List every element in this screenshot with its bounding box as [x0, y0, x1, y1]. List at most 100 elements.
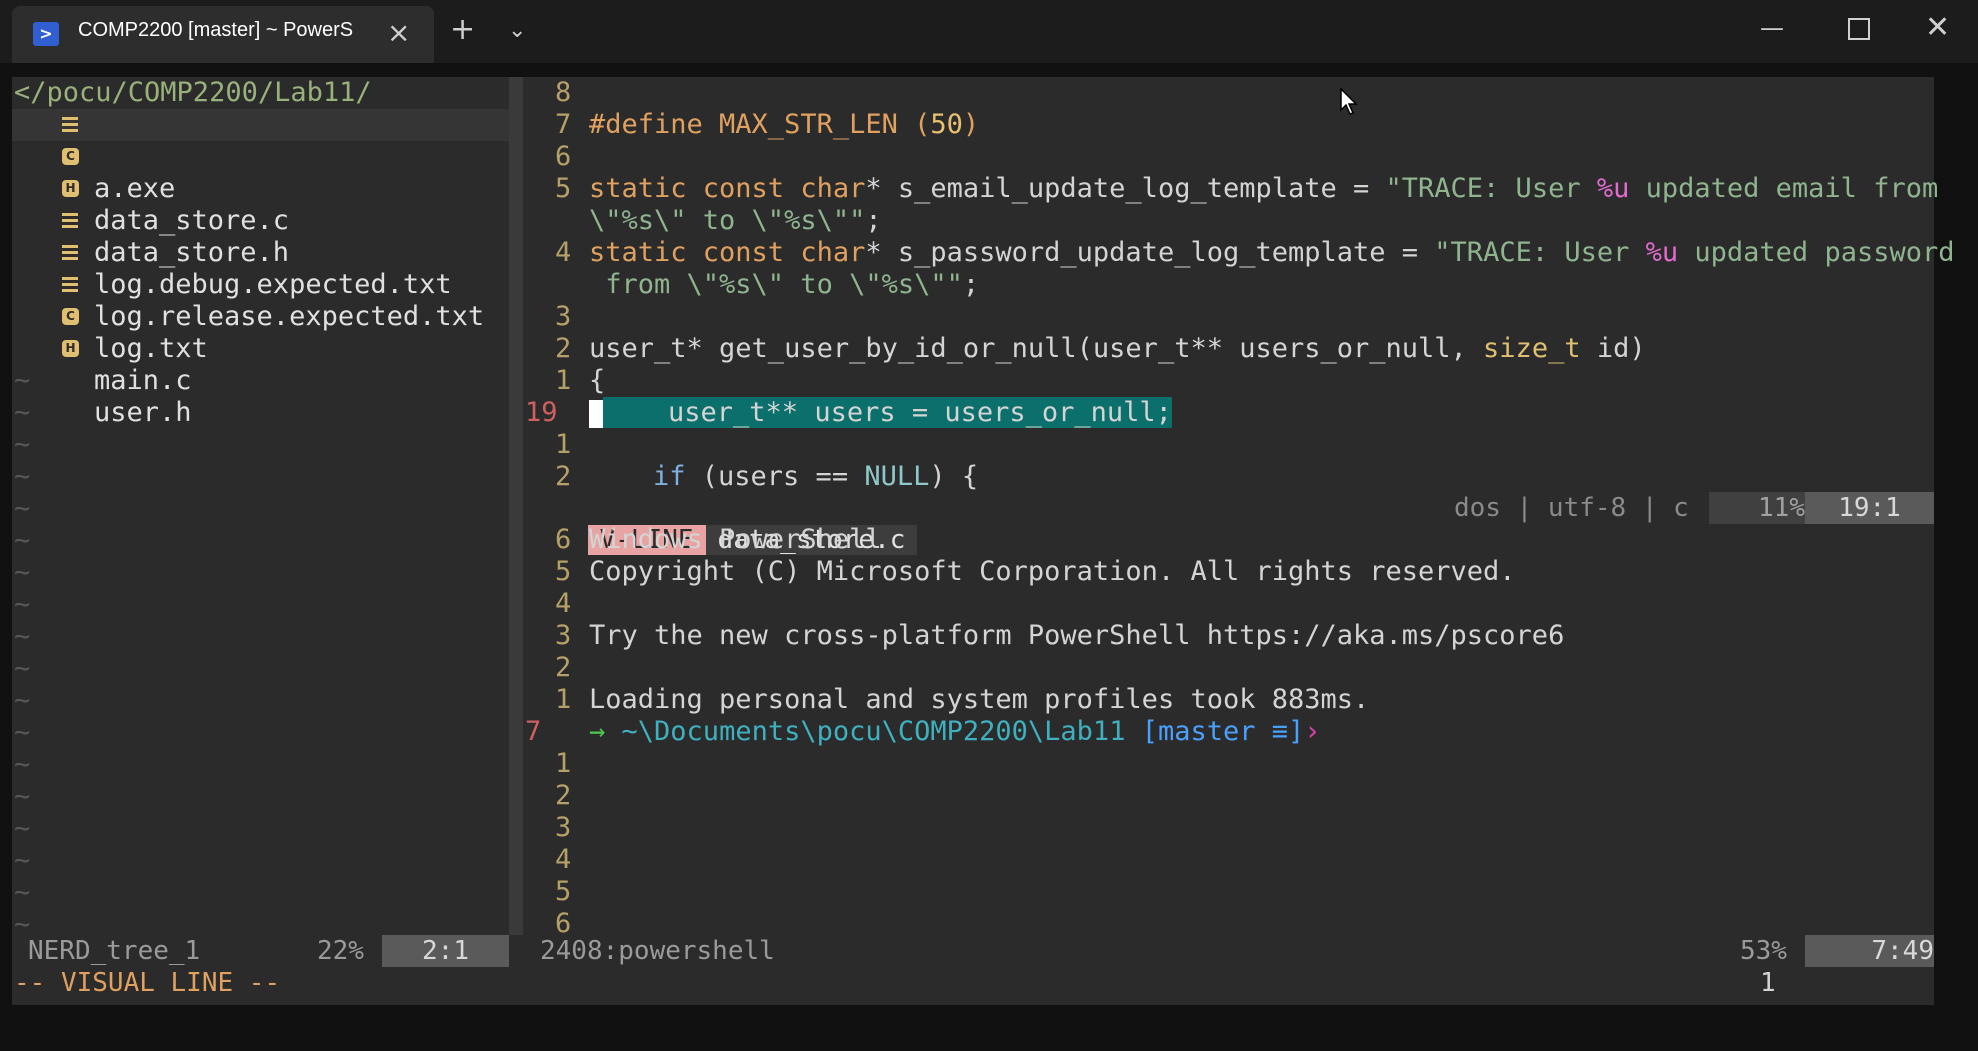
tilde-filler: ~	[14, 397, 31, 428]
terminal-tab[interactable]: > COMP2200 [master] ~ PowerS ×	[12, 6, 434, 63]
tree-root[interactable]: </pocu/COMP2200/Lab11/	[14, 77, 372, 109]
command-line-count: 1	[1760, 968, 1776, 998]
code-string: \"%s\" to \"%s\""	[589, 205, 866, 236]
line-number: 7	[555, 109, 572, 140]
status-file-info: dos | utf-8 | c	[1454, 493, 1705, 523]
line-number: 2	[555, 780, 572, 811]
tilde-filler: ~	[14, 813, 31, 844]
code-line[interactable]: {	[589, 365, 605, 397]
text-file-icon	[62, 117, 78, 133]
tree-file-row[interactable]: H data_store.h	[12, 173, 509, 268]
selected-code-line[interactable]: user_t** users = users_or_null;	[589, 397, 1172, 429]
code-text: ;	[865, 205, 882, 236]
code-line[interactable]: if (users == NULL) {	[653, 461, 978, 493]
tilde-filler: ~	[14, 653, 31, 684]
tilde-filler: ~	[14, 461, 31, 492]
tilde-filler: ~	[14, 493, 31, 524]
prompt-chevron-icon: ›	[1304, 716, 1321, 747]
line-number: 4	[555, 844, 572, 875]
code-paren: )	[962, 109, 980, 140]
tilde-filler: ~	[14, 429, 31, 460]
line-number: 6	[555, 141, 572, 172]
tilde-filler: ~	[14, 365, 31, 396]
status-position: 19:1	[1805, 492, 1934, 524]
code-keyword: static const char	[589, 173, 866, 204]
minimize-icon[interactable]: —	[1760, 14, 1784, 42]
code-line[interactable]: static const char* s_password_update_log…	[589, 237, 1954, 269]
tree-file-row[interactable]: C data_store.c	[12, 141, 509, 236]
shell-output: Windows PowerShell	[589, 524, 882, 555]
current-line-number: 7	[525, 716, 542, 747]
tilde-filler: ~	[14, 685, 31, 716]
shell-prompt[interactable]: → ~\Documents\pocu\COMP2200\Lab11 [maste…	[589, 716, 1321, 748]
code-text: ;	[962, 269, 980, 300]
shell-output: Try the new cross-platform PowerShell ht…	[589, 620, 1565, 651]
shell-output: Copyright (C) Microsoft Corporation. All…	[589, 556, 1516, 587]
tilde-filler: ~	[14, 621, 31, 652]
code-line-wrap[interactable]: \"%s\" to \"%s\"";	[589, 205, 882, 237]
tree-file-row[interactable]: C main.c	[12, 301, 509, 396]
code-constant: NULL	[864, 461, 930, 492]
tree-status-position: 2:1	[382, 935, 509, 967]
tab-close-icon[interactable]: ×	[387, 16, 410, 49]
code-keyword: static const char	[589, 237, 866, 268]
code-line-wrap[interactable]: from \"%s\" to \"%s\"";	[589, 269, 979, 301]
tilde-filler: ~	[14, 525, 31, 556]
line-number: 3	[555, 301, 572, 332]
command-line-mode: -- VISUAL LINE --	[14, 968, 281, 998]
line-number: 4	[555, 237, 572, 268]
tree-file-row[interactable]: log.txt	[12, 269, 509, 364]
tree-file-name: user.h	[94, 397, 192, 428]
code-text: (users ==	[685, 461, 865, 492]
code-string: updated password	[1678, 237, 1955, 268]
code-keyword: if	[653, 461, 686, 492]
tree-file-row[interactable]: log.release.expected.txt	[12, 237, 509, 332]
tree-file-row[interactable]: log.debug.expected.txt	[12, 205, 509, 300]
text-file-icon	[62, 277, 78, 293]
line-number: 1	[555, 748, 572, 779]
shell-status-percent: 53%	[1740, 936, 1787, 966]
line-number: 4	[555, 588, 572, 619]
tree-status-percent: 22%	[317, 936, 364, 966]
c-file-icon: C	[62, 148, 79, 165]
code-text: id)	[1580, 333, 1646, 364]
code-number: 50	[930, 109, 963, 140]
split-separator[interactable]	[509, 77, 523, 935]
tree-file-row[interactable]: H user.h	[12, 333, 509, 428]
tree-file-row[interactable]: a.exe	[12, 109, 509, 204]
line-number: 3	[555, 620, 572, 651]
tilde-filler: ~	[14, 557, 31, 588]
line-number: 2	[555, 652, 572, 683]
tilde-filler: ~	[14, 749, 31, 780]
status-percent: 11%	[1709, 492, 1805, 524]
close-icon[interactable]: ✕	[1925, 10, 1950, 45]
title-bar: > COMP2200 [master] ~ PowerS × + ⌄ — ✕	[0, 0, 1978, 63]
code-format: %u	[1596, 173, 1630, 204]
line-number: 3	[555, 812, 572, 843]
text-file-icon	[62, 213, 78, 229]
code-format: %u	[1645, 237, 1679, 268]
code-define: #define MAX_STR_LEN (	[589, 109, 931, 140]
h-file-icon: H	[62, 340, 79, 357]
tilde-filler: ~	[14, 845, 31, 876]
code-highlight: user_t** users = users_or_null;	[603, 397, 1172, 428]
code-text: ) {	[929, 461, 979, 492]
code-line[interactable]: static const char* s_email_update_log_te…	[589, 173, 1938, 205]
code-line[interactable]: user_t* get_user_by_id_or_null(user_t** …	[589, 333, 1646, 365]
shell-status-name: 2408:powershell	[540, 936, 775, 966]
shell-output: Loading personal and system profiles too…	[589, 684, 1370, 715]
code-text: * s_password_update_log_template =	[865, 237, 1435, 268]
prompt-branch: [master ≡]	[1141, 716, 1305, 747]
code-type: size_t	[1483, 333, 1581, 364]
chevron-down-icon[interactable]: ⌄	[508, 18, 526, 43]
text-cursor	[589, 399, 603, 428]
plus-icon[interactable]: +	[450, 12, 475, 47]
line-number: 5	[555, 556, 572, 587]
terminal-area[interactable]: </pocu/COMP2200/Lab11/ a.exe C data_stor…	[12, 77, 1954, 1005]
tree-file-name: main.c	[94, 365, 192, 396]
tab-title: COMP2200 [master] ~ PowerS	[78, 19, 354, 41]
tilde-filler: ~	[14, 717, 31, 748]
line-number: 5	[555, 173, 572, 204]
maximize-icon[interactable]	[1848, 18, 1870, 40]
code-line[interactable]: #define MAX_STR_LEN (50)	[589, 109, 979, 141]
